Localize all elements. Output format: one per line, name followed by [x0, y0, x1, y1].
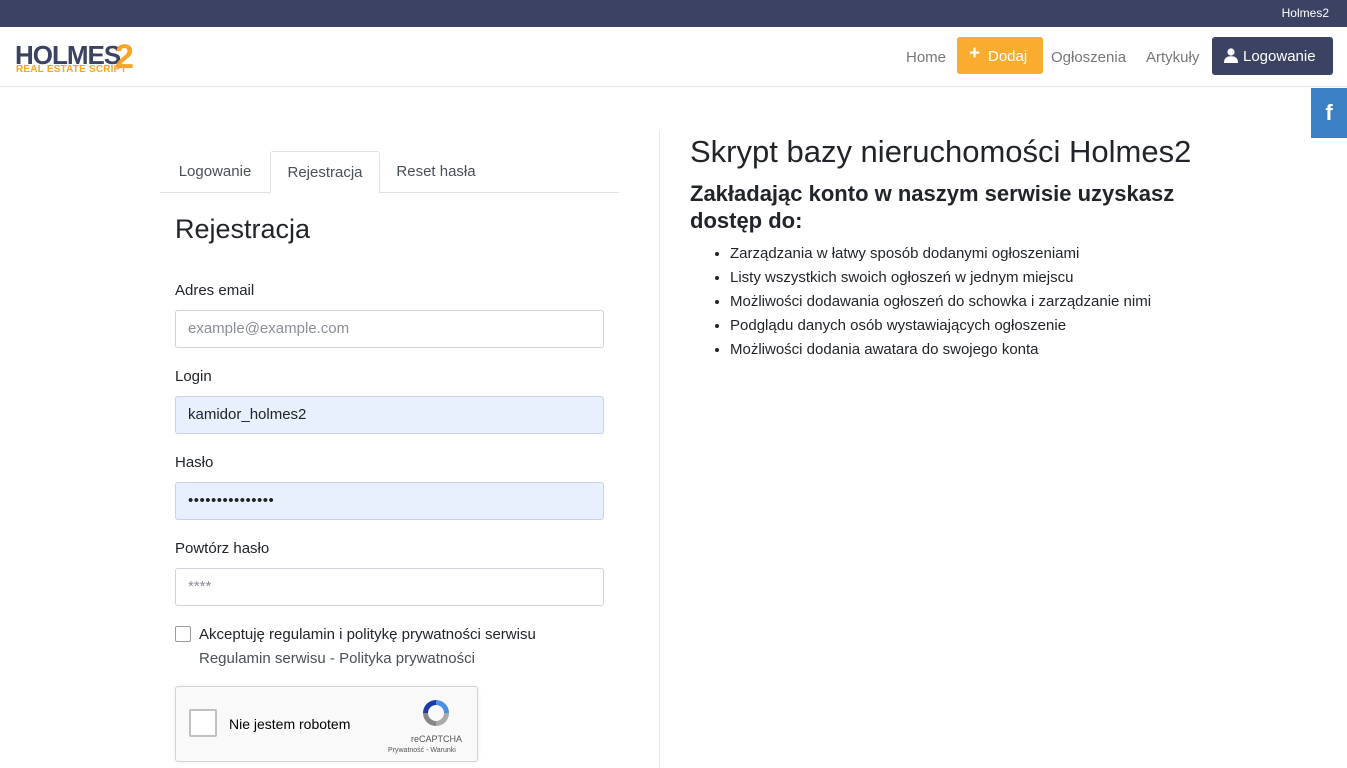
- email-placeholder: example@example.com: [188, 320, 350, 337]
- tab-register[interactable]: Rejestracja: [270, 151, 380, 194]
- info-subtitle: Zakładając konto w naszym serwisie uzysk…: [690, 181, 1175, 233]
- features-list: Zarządzania w łatwy sposób dodanymi ogło…: [730, 243, 1151, 363]
- recaptcha-links[interactable]: Prywatność - Warunki: [388, 747, 456, 754]
- list-item: Podglądu danych osób wystawiających ogło…: [730, 315, 1151, 339]
- facebook-icon: f: [1325, 100, 1333, 125]
- recaptcha-widget: Nie jestem robotem reCAPTCHA Prywatność …: [175, 686, 478, 762]
- add-listing-label: Dodaj: [988, 48, 1028, 65]
- repeat-password-label: Powtórz hasło: [175, 540, 270, 557]
- top-bar: Holmes2: [0, 0, 1347, 27]
- list-item: Możliwości dodania awatara do swojego ko…: [730, 339, 1151, 363]
- email-label: Adres email: [175, 282, 255, 299]
- facebook-tab[interactable]: f: [1311, 88, 1347, 138]
- terms-links: Regulamin serwisu - Polityka prywatności: [199, 650, 475, 667]
- password-field[interactable]: •••••••••••••••: [175, 482, 604, 520]
- logo-tagline: REAL ESTATE SCRIPT: [16, 64, 127, 75]
- plus-icon: +: [969, 43, 981, 64]
- privacy-link[interactable]: Polityka prywatności: [339, 650, 475, 667]
- recaptcha-checkbox[interactable]: [189, 709, 217, 737]
- terms-separator: -: [325, 650, 340, 667]
- form-title: Rejestracja: [175, 214, 311, 244]
- nav-listings-link[interactable]: Ogłoszenia: [1051, 49, 1126, 66]
- login-button[interactable]: Logowanie: [1212, 37, 1333, 75]
- navbar: HOLMES 2 REAL ESTATE SCRIPT Home + Dodaj…: [0, 27, 1347, 87]
- password-label: Hasło: [175, 454, 214, 471]
- login-label: Login: [175, 368, 212, 385]
- auth-tabs: Logowanie Rejestracja Reset hasła: [160, 151, 619, 194]
- repeat-password-field[interactable]: ****: [175, 568, 604, 606]
- accept-terms-label: Akceptuję regulamin i politykę prywatnoś…: [199, 626, 536, 643]
- list-item: Możliwości dodawania ogłoszeń do schowka…: [730, 291, 1151, 315]
- terms-link[interactable]: Regulamin serwisu: [199, 650, 326, 667]
- info-title: Skrypt bazy nieruchomości Holmes2: [690, 134, 1192, 169]
- add-listing-button[interactable]: + Dodaj: [957, 37, 1043, 74]
- site-name: Holmes2: [1281, 6, 1329, 20]
- tab-login[interactable]: Logowanie: [160, 151, 270, 193]
- recaptcha-icon: [423, 700, 449, 726]
- email-field[interactable]: example@example.com: [175, 310, 604, 348]
- user-icon: [1224, 48, 1238, 63]
- nav-home-link[interactable]: Home: [906, 49, 946, 66]
- list-item: Listy wszystkich swoich ogłoszeń w jedny…: [730, 267, 1151, 291]
- accept-terms-checkbox[interactable]: [175, 626, 191, 642]
- repeat-password-placeholder: ****: [188, 578, 212, 595]
- login-button-label: Logowanie: [1243, 48, 1316, 65]
- nav-articles-link[interactable]: Artykuły: [1146, 49, 1199, 66]
- tab-reset-password[interactable]: Reset hasła: [380, 151, 492, 193]
- column-divider: [659, 131, 660, 768]
- recaptcha-brand: reCAPTCHA: [411, 734, 463, 744]
- recaptcha-label: Nie jestem robotem: [229, 716, 351, 732]
- site-logo[interactable]: HOLMES 2 REAL ESTATE SCRIPT: [15, 39, 137, 77]
- list-item: Zarządzania w łatwy sposób dodanymi ogło…: [730, 243, 1151, 267]
- login-value: kamidor_holmes2: [188, 406, 307, 423]
- login-field[interactable]: kamidor_holmes2: [175, 396, 604, 434]
- password-value: •••••••••••••••: [188, 492, 275, 509]
